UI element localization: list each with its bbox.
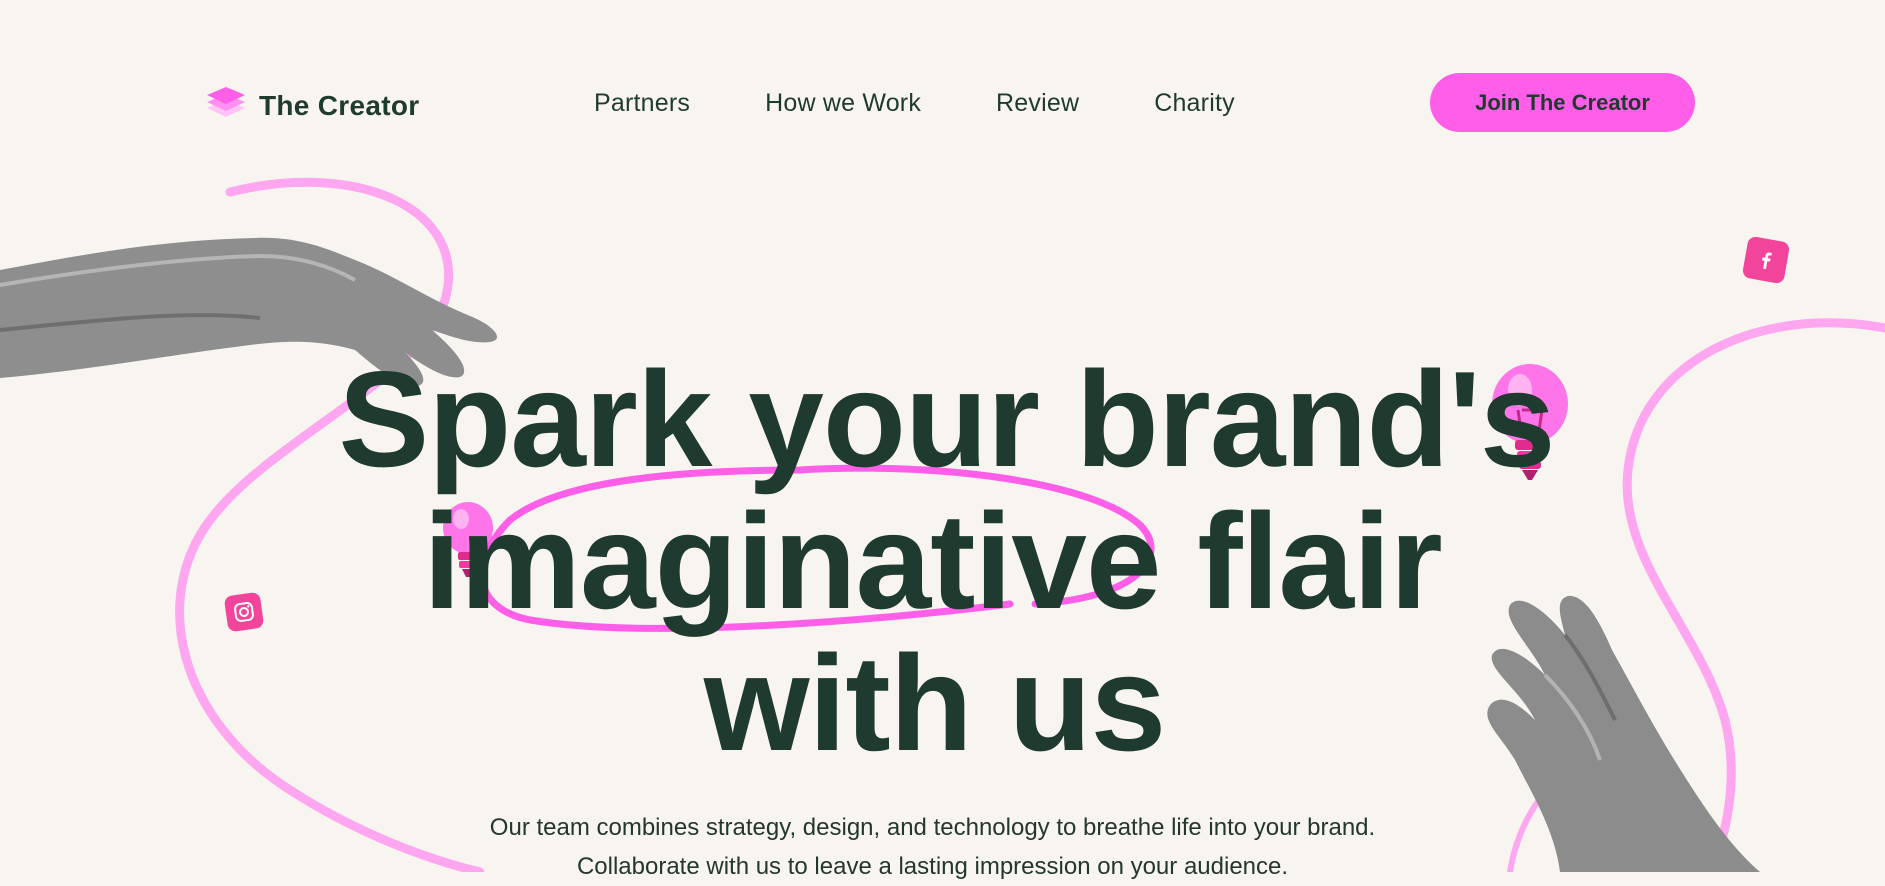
nav-item-charity[interactable]: Charity — [1154, 89, 1235, 118]
join-the-creator-button[interactable]: Join The Creator — [1430, 73, 1695, 132]
facebook-icon[interactable] — [1741, 235, 1791, 285]
hero-title-line: with us — [703, 627, 1166, 779]
nav-item-how-we-work[interactable]: How we Work — [765, 89, 921, 118]
main-nav: Partners How we Work Review Charity — [594, 89, 1235, 118]
nav-item-review[interactable]: Review — [996, 89, 1079, 118]
hero-title-line: Spark your brand's — [338, 343, 1555, 495]
brand-logo[interactable]: The Creator — [205, 86, 419, 125]
nav-item-partners[interactable]: Partners — [594, 89, 690, 118]
layered-diamond-icon — [205, 86, 247, 125]
hero-title-line: imaginative flair — [423, 485, 1442, 637]
right-pink-swirl-small — [1507, 779, 1558, 872]
brand-name: The Creator — [259, 89, 420, 121]
hero-subtitle: Our team combines strategy, design, and … — [489, 814, 1376, 880]
hero-title: Spark your brand's imaginative flair wit… — [0, 348, 1885, 774]
